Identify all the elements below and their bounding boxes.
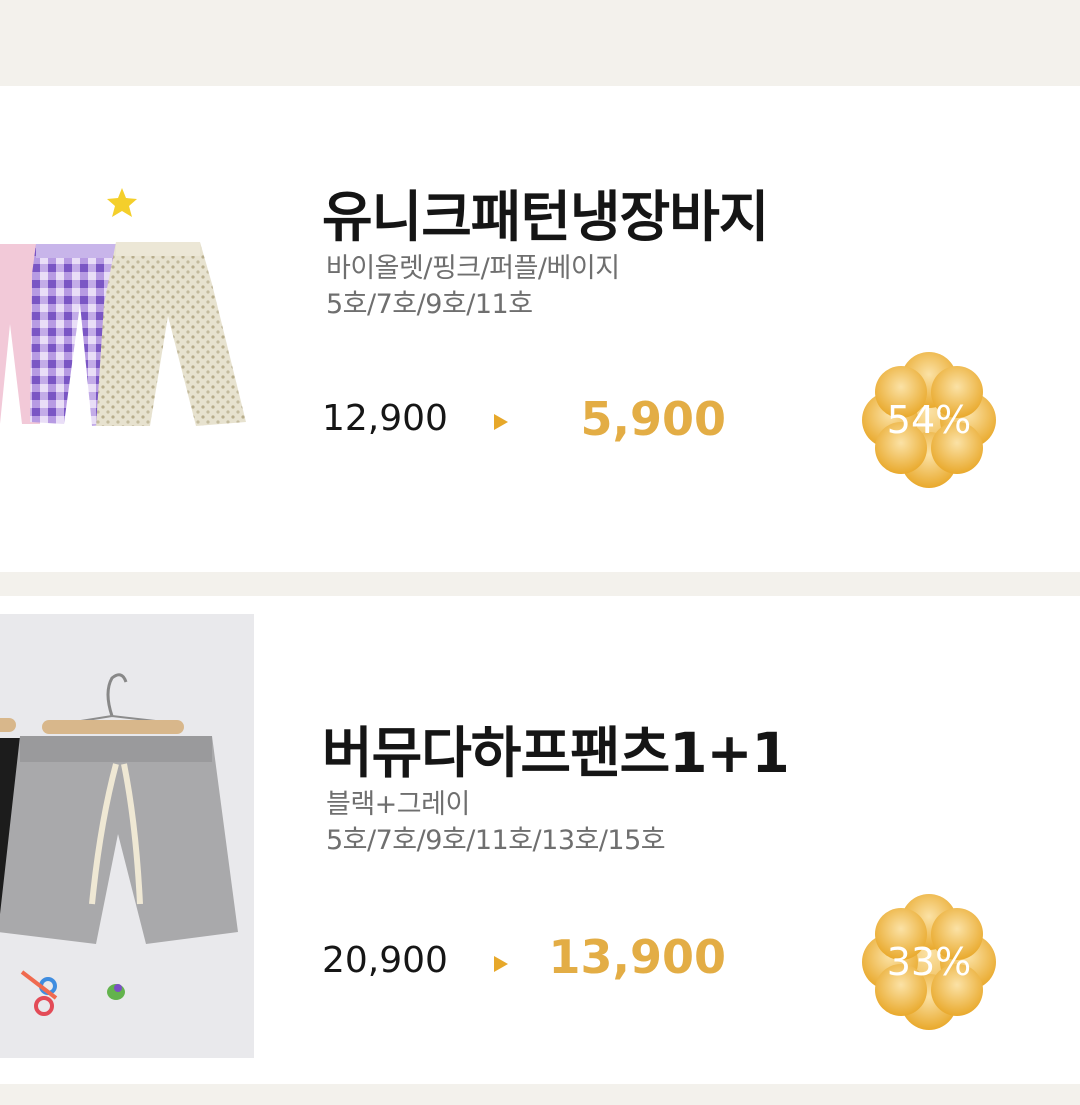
discount-badge: 33%: [862, 892, 996, 1032]
product-card[interactable]: 유니크패턴냉장바지 바이올렛/핑크/퍼플/베이지 5호/7호/9호/11호 12…: [0, 86, 1080, 572]
discount-percent: 33%: [886, 940, 972, 984]
product-title[interactable]: 버뮤다하프팬츠1+1: [322, 708, 790, 788]
product-card[interactable]: 버뮤다하프팬츠1+1 블랙+그레이 5호/7호/9호/11호/13호/15호 2…: [0, 596, 1080, 1084]
original-price: 20,900: [322, 940, 448, 981]
discount-percent: 54%: [886, 398, 972, 442]
product-image[interactable]: [0, 614, 254, 1058]
sale-price: 5,900: [580, 392, 726, 446]
product-colors: 블랙+그레이: [326, 789, 470, 820]
pants-photo-icon: [0, 188, 246, 426]
product-sizes: 5호/7호/9호/11호/13호/15호: [326, 825, 666, 856]
shorts-photo-icon: [0, 614, 254, 1058]
discount-badge: 54%: [862, 350, 996, 490]
product-image[interactable]: [0, 104, 254, 554]
product-sizes: 5호/7호/9호/11호: [326, 289, 533, 320]
product-colors: 바이올렛/핑크/퍼플/베이지: [326, 253, 620, 284]
sale-price: 13,900: [548, 930, 726, 984]
product-title[interactable]: 유니크패턴냉장바지: [322, 172, 769, 252]
original-price: 12,900: [322, 398, 448, 439]
